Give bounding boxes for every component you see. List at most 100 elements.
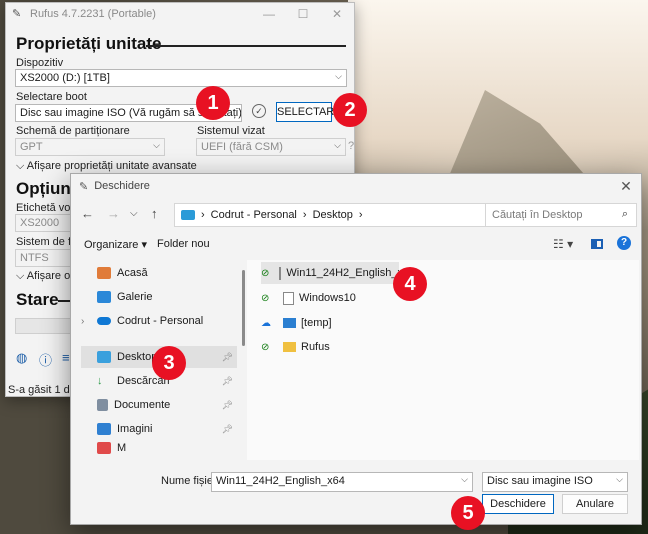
dialog-title: Deschidere	[94, 180, 150, 192]
file-name: Rufus	[301, 341, 330, 353]
cancel-button[interactable]: Anulare	[562, 494, 628, 514]
file-icon	[283, 291, 294, 305]
select-button[interactable]: SELECTARE	[276, 102, 342, 122]
dialog-toolbar: Organizare ▾ Folder nou ☷ ▾ ?	[71, 234, 641, 256]
partition-scheme-value: GPT	[20, 141, 43, 153]
rufus-title: Rufus 4.7.2231 (Portable)	[30, 8, 156, 20]
up-arrow-icon[interactable]: ↑	[151, 206, 158, 221]
step-badge-2: 2	[333, 93, 367, 127]
breadcrumb-item[interactable]: Codrut - Personal	[211, 209, 297, 221]
help-icon[interactable]: ?	[617, 236, 631, 250]
nav-item-gallery[interactable]: Galerie	[81, 286, 237, 308]
onedrive-icon	[97, 317, 111, 325]
close-button[interactable]: ✕	[320, 7, 354, 21]
info-icon[interactable]: ⓘ	[39, 350, 52, 369]
breadcrumb-chevron-icon[interactable]: ›	[201, 209, 205, 221]
target-system-value: UEFI (fără CSM)	[201, 141, 283, 153]
partition-scheme-label: Schemă de partiționare	[16, 125, 130, 137]
nav-item-documents[interactable]: Documente 📌︎	[81, 394, 237, 416]
device-value: XS2000 (D:) [1TB]	[20, 72, 110, 84]
progress-bar	[15, 318, 71, 334]
file-type-filter[interactable]: Disc sau imagine ISO ⌵	[482, 472, 628, 492]
volume-label-field[interactable]: XS2000	[15, 214, 71, 232]
advanced-drive-toggle-label: Afișare proprietăți unitate avansate	[26, 160, 197, 172]
step-badge-5: 5	[451, 496, 485, 530]
nav-item-label: Acasă	[117, 267, 148, 279]
new-folder-button[interactable]: Folder nou	[157, 238, 210, 250]
nav-item-home[interactable]: Acasă	[81, 262, 237, 284]
navigation-scrollbar[interactable]	[242, 270, 245, 346]
file-name: [temp]	[301, 317, 332, 329]
search-box[interactable]: Căutați în Desktop ⌕	[485, 203, 637, 227]
sync-status-icon: ⊘	[261, 267, 270, 279]
folder-icon	[283, 342, 296, 352]
pin-icon: 📌︎	[221, 351, 233, 362]
breadcrumb-chevron-icon[interactable]: ›	[303, 209, 307, 221]
dialog-titlebar[interactable]: ✎ Deschidere ✕	[71, 174, 641, 198]
globe-icon[interactable]: ◍	[16, 350, 27, 366]
volume-label-value: XS2000	[20, 217, 60, 229]
chevron-down-icon: ⌵	[16, 160, 27, 172]
device-label: Dispozitiv	[16, 57, 64, 69]
breadcrumb-item[interactable]: Desktop	[313, 209, 353, 221]
back-arrow-icon[interactable]: ←	[81, 206, 94, 221]
step-badge-3: 3	[152, 346, 186, 380]
forward-arrow-icon[interactable]: →	[107, 206, 120, 221]
sync-status-icon: ⊘	[261, 341, 270, 353]
partition-scheme-select[interactable]: GPT ⌵	[15, 138, 165, 156]
file-system-select[interactable]: NTFS	[15, 249, 71, 267]
cloud-status-icon: ☁	[261, 317, 271, 329]
step-badge-1: 1	[196, 86, 230, 120]
step-badge-4: 4	[393, 267, 427, 301]
dialog-footer: Nume fișier: Win11_24H2_English_x64 ⌵ Dis…	[71, 464, 641, 526]
preview-pane-icon[interactable]	[591, 239, 603, 249]
nav-item-label: Galerie	[117, 291, 153, 303]
pictures-icon	[97, 423, 111, 435]
chevron-down-icon: ⌵	[616, 474, 623, 484]
gallery-icon	[97, 291, 111, 303]
chevron-down-icon: ⌵	[16, 270, 27, 282]
recent-locations-chevron-icon[interactable]: ⌵	[130, 208, 138, 219]
desktop-icon	[97, 351, 111, 363]
pin-icon: 📌︎	[221, 423, 233, 434]
dialog-close-button[interactable]: ✕	[611, 178, 641, 195]
device-select[interactable]: XS2000 (D:) [1TB] ⌵	[15, 69, 347, 87]
filename-value: Win11_24H2_English_x64	[216, 475, 345, 487]
rufus-app-icon: ✎	[79, 180, 89, 193]
view-options-icon[interactable]: ☷ ▾	[553, 237, 573, 251]
help-mark[interactable]: ?	[348, 140, 354, 152]
file-item-windows10[interactable]: ⊘ Windows10	[261, 287, 356, 309]
download-icon: ↓	[97, 375, 103, 387]
breadcrumb-chevron-icon[interactable]: ›	[359, 209, 363, 221]
maximize-button[interactable]: ☐	[286, 7, 320, 21]
file-item-win11-iso[interactable]: ⊘ Win11_24H2_English_x64	[261, 262, 399, 284]
documents-icon	[97, 399, 108, 411]
advanced-drive-toggle[interactable]: ⌵ Afișare proprietăți unitate avansate	[16, 160, 197, 173]
filename-input[interactable]: Win11_24H2_English_x64 ⌵	[211, 472, 473, 492]
settings-icon[interactable]: ≡	[62, 350, 70, 365]
nav-item-pictures[interactable]: Imagini 📌︎	[81, 418, 237, 440]
minimize-button[interactable]: —	[252, 7, 286, 21]
rufus-titlebar[interactable]: ✎ Rufus 4.7.2231 (Portable) — ☐ ✕	[6, 3, 354, 25]
nav-item-onedrive[interactable]: › Codrut - Personal	[81, 310, 237, 332]
file-item-rufus[interactable]: ⊘ Rufus	[261, 336, 330, 358]
nav-item-label: Documente	[114, 399, 171, 411]
file-item-temp[interactable]: ☁ [temp]	[261, 312, 332, 334]
chevron-down-icon: ⌵	[461, 474, 468, 484]
organize-menu[interactable]: Organizare ▾	[84, 238, 147, 251]
file-icon	[279, 266, 282, 280]
expand-chevron-icon[interactable]: ›	[81, 316, 84, 327]
pin-icon: 📌︎	[221, 375, 233, 386]
heading-divider	[146, 45, 346, 47]
target-system-select[interactable]: UEFI (fără CSM) ⌵	[196, 138, 346, 156]
chevron-down-icon: ⌵	[334, 140, 341, 150]
nav-item-music[interactable]: M	[81, 442, 237, 454]
status-heading: Stare	[16, 290, 59, 309]
chevron-down-icon: ⌵	[335, 71, 342, 81]
check-icon[interactable]: ✓	[252, 104, 266, 118]
open-button[interactable]: Deschidere	[482, 494, 554, 514]
file-type-filter-value: Disc sau imagine ISO	[487, 475, 593, 487]
heading-divider	[58, 300, 70, 302]
music-icon	[97, 442, 111, 454]
desktop-folder-icon	[181, 210, 195, 220]
